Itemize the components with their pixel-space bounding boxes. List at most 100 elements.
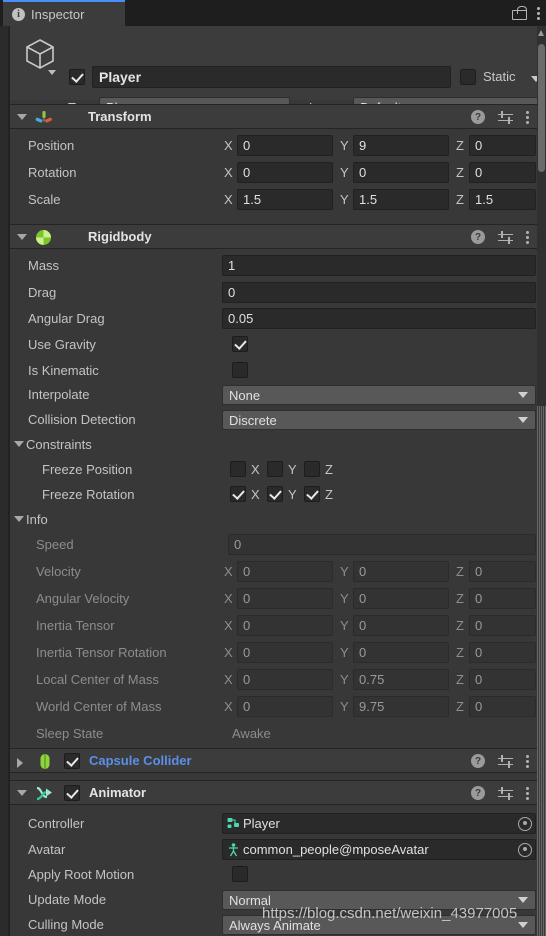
row-collision-detection: Collision Detection Discrete — [10, 407, 537, 433]
inertia-tensor-label: Inertia Tensor — [36, 618, 115, 633]
chevron-down-icon — [518, 922, 528, 928]
freeze-rotation-y-checkbox[interactable] — [267, 486, 283, 502]
row-velocity: Velocity X 0 Y 0 Z 0 — [10, 559, 537, 585]
freeze-position-y-checkbox[interactable] — [267, 461, 283, 477]
help-icon[interactable]: ? — [471, 754, 485, 768]
freeze-rotation-label: Freeze Rotation — [42, 487, 135, 502]
speed-value: 0 — [228, 534, 536, 555]
constraints-foldout-arrow-icon[interactable] — [14, 441, 24, 447]
rotation-y-input[interactable]: 0 — [353, 162, 449, 183]
row-constraints[interactable]: Constraints — [10, 432, 537, 458]
capsule-collider-enabled-checkbox[interactable] — [64, 753, 80, 769]
component-header-capsule-collider[interactable]: Capsule Collider ? — [10, 748, 537, 773]
controller-object-field[interactable]: Player — [222, 813, 536, 834]
scale-x-input[interactable]: 1.5 — [237, 189, 333, 210]
axis-y-label: Y — [288, 462, 297, 477]
static-checkbox[interactable] — [460, 69, 476, 85]
help-icon[interactable]: ? — [471, 230, 485, 244]
scrollbar-up-arrow-icon[interactable] — [537, 28, 546, 38]
position-x-input[interactable]: 0 — [237, 135, 333, 156]
chevron-down-icon — [518, 897, 528, 903]
angular-drag-input[interactable]: 0.05 — [222, 308, 536, 329]
help-icon[interactable]: ? — [471, 110, 485, 124]
mass-label: Mass — [28, 258, 60, 273]
row-mass: Mass 1 — [10, 253, 537, 279]
angular-velocity-label: Angular Velocity — [36, 591, 130, 606]
cube-icon[interactable] — [22, 36, 58, 72]
inertia-tensor-z-value: 0 — [469, 615, 536, 636]
avatar-object-field[interactable]: common_people@mposeAvatar — [222, 839, 536, 860]
row-angular-velocity: Angular Velocity X 0 Y 0 Z 0 — [10, 586, 537, 612]
freeze-position-z-checkbox[interactable] — [304, 461, 320, 477]
use-gravity-label: Use Gravity — [28, 337, 96, 352]
avatar-icon — [229, 842, 238, 856]
axis-x-label: X — [224, 699, 233, 714]
preset-icon[interactable] — [498, 110, 513, 124]
gameobject-enabled-checkbox[interactable] — [69, 69, 85, 85]
drag-input[interactable]: 0 — [222, 282, 536, 303]
gameobject-name-input[interactable]: Player — [92, 66, 451, 88]
row-is-kinematic: Is Kinematic — [10, 358, 537, 384]
animator-title: Animator — [89, 785, 147, 800]
animator-enabled-checkbox[interactable] — [64, 785, 80, 801]
lock-icon[interactable] — [512, 6, 527, 20]
kebab-menu-icon[interactable] — [537, 6, 540, 20]
preset-icon[interactable] — [498, 230, 513, 244]
angular-drag-label: Angular Drag — [28, 311, 105, 326]
row-angular-drag: Angular Drag 0.05 — [10, 306, 537, 332]
animator-controller-icon — [227, 818, 239, 828]
rigidbody-foldout-arrow-icon[interactable] — [17, 234, 27, 240]
axis-z-label: Z — [456, 645, 464, 660]
axis-x-label: X — [224, 138, 233, 153]
info-foldout-arrow-icon[interactable] — [14, 516, 24, 522]
cube-dropdown-arrow-icon[interactable] — [48, 70, 56, 75]
is-kinematic-label: Is Kinematic — [28, 363, 99, 378]
preset-icon[interactable] — [498, 786, 513, 800]
kebab-menu-icon[interactable] — [526, 786, 529, 800]
axis-x-label: X — [224, 618, 233, 633]
update-mode-label: Update Mode — [28, 892, 107, 907]
help-icon[interactable]: ? — [471, 786, 485, 800]
kebab-menu-icon[interactable] — [526, 230, 529, 244]
axis-y-label: Y — [340, 192, 349, 207]
collision-detection-dropdown[interactable]: Discrete — [222, 410, 536, 430]
position-z-input[interactable]: 0 — [469, 135, 536, 156]
rotation-x-input[interactable]: 0 — [237, 162, 333, 183]
rigidbody-header-actions: ? — [471, 230, 529, 244]
axis-z-label: Z — [325, 487, 333, 502]
freeze-rotation-x-checkbox[interactable] — [230, 486, 246, 502]
mass-input[interactable]: 1 — [222, 255, 536, 276]
avatar-object-picker-icon[interactable] — [518, 842, 532, 857]
preset-icon[interactable] — [498, 754, 513, 768]
rotation-z-input[interactable]: 0 — [469, 162, 536, 183]
row-info[interactable]: Info — [10, 507, 537, 533]
apply-root-motion-checkbox[interactable] — [232, 866, 248, 882]
freeze-rotation-z-checkbox[interactable] — [304, 486, 320, 502]
axis-y-label: Y — [288, 487, 297, 502]
component-header-rigidbody[interactable]: Rigidbody ? — [10, 224, 537, 249]
is-kinematic-checkbox[interactable] — [232, 362, 248, 378]
axis-y-label: Y — [340, 672, 349, 687]
kebab-menu-icon[interactable] — [526, 110, 529, 124]
world-center-y-value: 9.75 — [353, 696, 449, 717]
component-header-animator[interactable]: Animator ? — [10, 780, 537, 805]
use-gravity-checkbox[interactable] — [232, 336, 248, 352]
controller-object-picker-icon[interactable] — [518, 816, 532, 831]
row-freeze-rotation: Freeze Rotation X Y Z — [10, 482, 537, 508]
capsule-collider-foldout-arrow-icon[interactable] — [17, 758, 23, 768]
axis-y-label: Y — [340, 618, 349, 633]
transform-foldout-arrow-icon[interactable] — [17, 114, 27, 120]
row-inertia-tensor: Inertia Tensor X 0 Y 0 Z 0 — [10, 613, 537, 639]
component-header-transform[interactable]: Transform ? — [10, 104, 537, 129]
freeze-position-x-checkbox[interactable] — [230, 461, 246, 477]
tab-inspector[interactable]: i Inspector — [3, 0, 125, 26]
vertical-scrollbar-thumb[interactable] — [538, 44, 545, 172]
scale-z-input[interactable]: 1.5 — [469, 189, 536, 210]
local-center-z-value: 0 — [469, 669, 536, 690]
interpolate-dropdown[interactable]: None — [222, 385, 536, 405]
info-label: Info — [26, 512, 48, 527]
animator-foldout-arrow-icon[interactable] — [17, 790, 27, 796]
position-y-input[interactable]: 9 — [353, 135, 449, 156]
kebab-menu-icon[interactable] — [526, 754, 529, 768]
scale-y-input[interactable]: 1.5 — [353, 189, 449, 210]
